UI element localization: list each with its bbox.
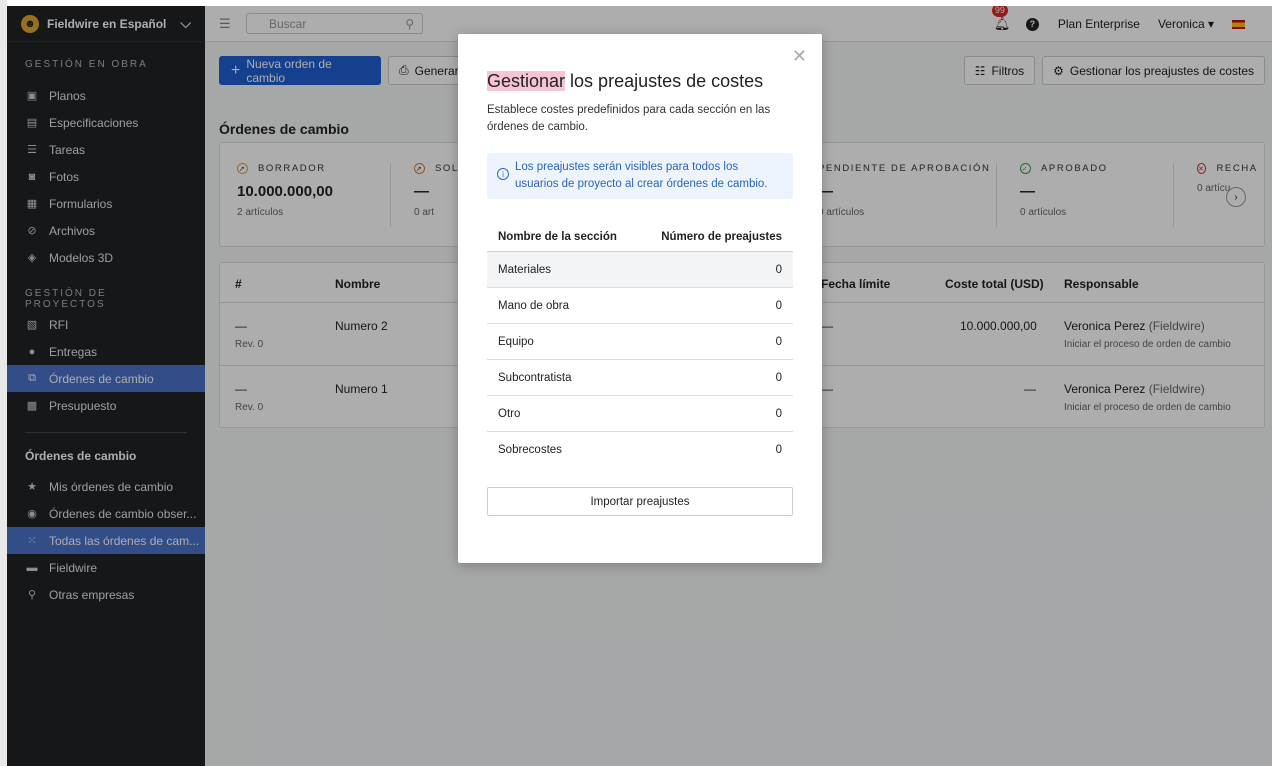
section-name: Mano de obra (498, 299, 569, 312)
cost-presets-modal: ✕ Gestionar los preajustes de costes Est… (458, 34, 822, 563)
presets-table-header: Nombre de la sección Número de preajuste… (487, 222, 793, 252)
close-icon[interactable]: ✕ (792, 46, 807, 67)
preset-row-sobrecostes[interactable]: Sobrecostes 0 (487, 432, 793, 468)
section-name: Otro (498, 407, 521, 420)
preset-count: 0 (775, 299, 782, 312)
section-name: Subcontratista (498, 371, 572, 384)
preset-count: 0 (775, 263, 782, 276)
preset-count: 0 (775, 444, 782, 456)
info-icon: i (497, 168, 509, 180)
preset-count: 0 (775, 407, 782, 420)
column-header-preset-count: Número de preajustes (661, 230, 782, 243)
presets-table: Nombre de la sección Número de preajuste… (487, 222, 793, 468)
info-banner: i Los preajustes serán visibles para tod… (487, 153, 793, 199)
import-presets-button[interactable]: Importar preajustes (487, 487, 793, 516)
app-window: ☻ Fieldwire en Español ⌵ GESTIÓN EN OBRA… (7, 6, 1272, 766)
column-header-section: Nombre de la sección (498, 230, 617, 243)
preset-row-equipo[interactable]: Equipo 0 (487, 324, 793, 360)
section-name: Equipo (498, 335, 534, 348)
preset-row-subcontratista[interactable]: Subcontratista 0 (487, 360, 793, 396)
preset-count: 0 (775, 335, 782, 348)
modal-description: Establece costes predefinidos para cada … (487, 104, 771, 133)
info-text: Los preajustes serán visibles para todos… (515, 161, 768, 190)
section-name: Materiales (498, 263, 552, 276)
section-name: Sobrecostes (498, 444, 562, 456)
modal-title: Gestionar los preajustes de costes (487, 71, 763, 92)
preset-row-mano-de-obra[interactable]: Mano de obra 0 (487, 288, 793, 324)
preset-row-otro[interactable]: Otro 0 (487, 396, 793, 432)
modal-title-rest: los preajustes de costes (565, 71, 764, 91)
preset-row-materiales[interactable]: Materiales 0 (487, 252, 793, 288)
modal-title-highlight: Gestionar (487, 71, 566, 91)
preset-count: 0 (775, 371, 782, 384)
